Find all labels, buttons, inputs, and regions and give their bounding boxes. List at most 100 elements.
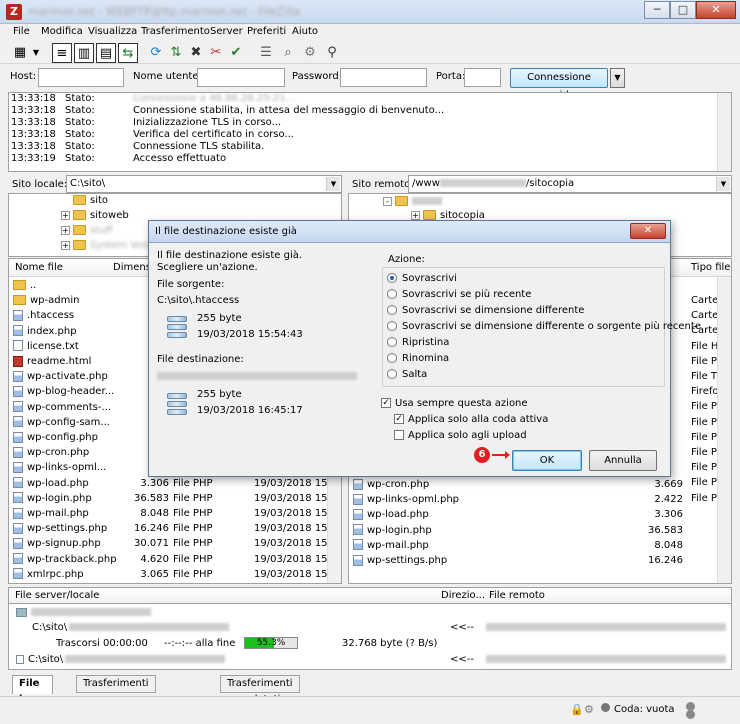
tree-item[interactable]: + stuff [61,224,112,238]
action-option-radio[interactable]: Sovrascrivi se più recente [387,289,531,300]
tab-queued-files[interactable]: File in coda [12,675,53,721]
collapse-icon[interactable]: - [383,196,392,206]
menu-visualizza[interactable]: Visualizza [88,26,137,37]
server-icon [16,607,27,617]
cancel-button[interactable]: Annulla [589,450,657,471]
maximize-button[interactable]: □ [670,1,696,19]
chevron-down-icon[interactable]: ▼ [716,177,730,191]
chevron-down-icon[interactable]: ▼ [326,177,340,191]
host-input[interactable] [38,68,124,87]
remote-list-scrollbar[interactable] [717,277,731,583]
tree-item[interactable]: - [383,195,442,209]
action-option-radio[interactable]: Ripristina [387,337,449,348]
action-label: Azione: [388,254,425,265]
dialog-close-button[interactable]: ✕ [630,223,666,239]
column-remote-file[interactable]: File remoto [489,590,545,601]
toggle-queue-icon[interactable]: ⇆ [118,43,138,63]
tab-failed-transfers[interactable]: Trasferimenti non completati [76,675,156,721]
cancel-operation-icon[interactable]: ✖ [186,43,206,63]
local-path-text: C:\sito\ [70,178,106,189]
action-option-radio[interactable]: Salta [387,369,427,380]
table-row[interactable]: wp-cron.php [353,477,429,492]
ok-button[interactable]: OK [512,450,582,471]
column-filename[interactable]: Nome file [15,262,63,273]
file-size: 16.246 [648,555,683,566]
toggle-log-icon[interactable]: ≡ [52,43,72,63]
radio-circle[interactable] [387,273,397,283]
password-input[interactable] [340,68,427,87]
menu-file[interactable]: File [13,26,30,37]
close-button[interactable]: ✕ [696,1,736,19]
dialog-title: Il file destinazione esiste già [155,226,297,237]
queue-server-row[interactable] [16,607,151,618]
log-scrollbar[interactable] [717,93,731,171]
menu-preferiti[interactable]: Preferiti [247,26,286,37]
menu-server[interactable]: Server [210,26,243,37]
checkbox-box[interactable]: ✓ [394,414,404,424]
file-name: wp-login.php [367,524,432,536]
checkbox-box[interactable] [394,430,404,440]
radio-circle[interactable] [387,321,397,331]
column-filetype[interactable]: Tipo file [691,262,730,273]
table-row[interactable]: wp-links-opml.php [353,492,459,507]
tree-item[interactable]: sito [73,194,108,208]
compare-dirs-icon[interactable]: ⌕ [278,43,298,63]
speed-limit-icon: ⚙ [584,703,594,716]
file-icon [13,401,23,413]
disconnect-icon[interactable]: ✂ [206,43,226,63]
quickconnect-history-dropdown[interactable]: ▼ [610,68,625,88]
expand-icon[interactable]: + [411,210,420,220]
queue-transfer-row-2[interactable]: C:\sito\ [16,654,226,665]
apply-upload-checkbox[interactable]: Applica solo agli upload [394,430,527,441]
radio-circle[interactable] [387,289,397,299]
file-name: wp-mail.php [27,508,89,519]
table-row[interactable]: wp-load.php [353,507,429,522]
apply-queue-checkbox[interactable]: ✓ Applica solo alla coda attiva [394,414,548,425]
filter-icon[interactable]: ☰ [256,43,276,63]
file-name: wp-config-sam... [27,416,110,428]
quickconnect-button[interactable]: Connessione rapida [510,68,608,101]
sync-browse-icon[interactable]: ⚙ [300,43,320,63]
radio-circle[interactable] [387,337,397,347]
refresh-icon[interactable]: ⟳ [146,43,166,63]
file-name: wp-admin [30,295,80,307]
username-input[interactable] [197,68,285,87]
port-input[interactable] [464,68,501,87]
expand-icon[interactable]: + [61,240,70,250]
column-local-file[interactable]: File server/locale [15,590,99,601]
remote-path-combo[interactable]: /www/sitocopia ▼ [408,175,732,193]
search-binoculars-icon[interactable]: ⚲ [322,43,342,63]
file-name: wp-activate.php [27,371,108,383]
table-row[interactable]: wp-mail.php [353,538,429,553]
tab-successful-transfers[interactable]: Trasferimenti completati [220,675,300,705]
menu-aiuto[interactable]: Aiuto [292,26,318,37]
toggle-remote-tree-icon[interactable]: ▤ [96,43,116,63]
action-option-radio[interactable]: Rinomina [387,353,449,364]
table-row[interactable]: wp-login.php [353,523,432,538]
tree-item[interactable]: + sitoweb [61,209,129,223]
toggle-local-tree-icon[interactable]: ▥ [74,43,94,63]
checkbox-box[interactable]: ✓ [381,398,391,408]
table-row[interactable]: wp-settings.php [353,553,447,568]
file-size: 36.583 [648,524,683,536]
action-option-radio[interactable]: Sovrascrivi se dimensione differente o s… [387,321,701,332]
site-manager-icon[interactable]: ▦ [10,43,30,63]
expand-icon[interactable]: + [61,210,70,220]
action-option-radio[interactable]: Sovrascrivi se dimensione differente [387,305,584,316]
local-path-combo[interactable]: C:\sito\ ▼ [66,175,342,193]
message-log[interactable]: 13:33:18 Stato: Connessione a 46.86.26.25:… [8,92,732,172]
menu-trasferimento[interactable]: Trasferimento [141,26,210,37]
action-option-radio[interactable]: Sovrascrivi [387,273,457,284]
minimize-button[interactable]: ─ [644,1,670,19]
menu-modifica[interactable]: Modifica [41,26,83,37]
expand-icon[interactable]: + [61,225,70,235]
site-manager-dropdown-icon[interactable]: ▼ [30,43,42,63]
queue-transfer-row[interactable]: C:\sito\ [32,622,230,633]
radio-circle[interactable] [387,305,397,315]
process-queue-icon[interactable]: ⇅ [166,43,186,63]
column-direction[interactable]: Direzio... [441,590,485,601]
radio-circle[interactable] [387,369,397,379]
radio-circle[interactable] [387,353,397,363]
reconnect-icon[interactable]: ✔ [226,43,246,63]
always-use-checkbox[interactable]: ✓ Usa sempre questa azione [381,398,528,409]
